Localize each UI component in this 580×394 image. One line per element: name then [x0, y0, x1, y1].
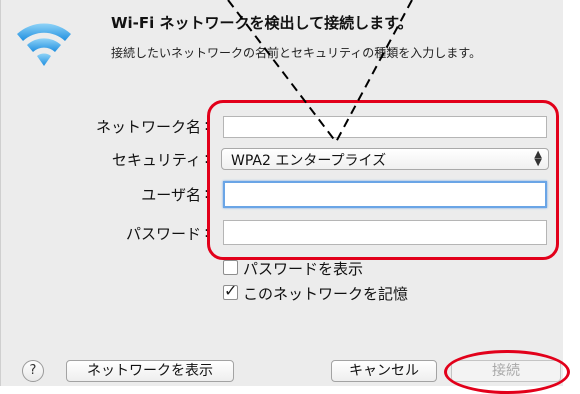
callout-line-left: [227, 0, 337, 143]
annotation-callout-lines: [227, 0, 413, 143]
callout-line-right: [335, 0, 413, 143]
